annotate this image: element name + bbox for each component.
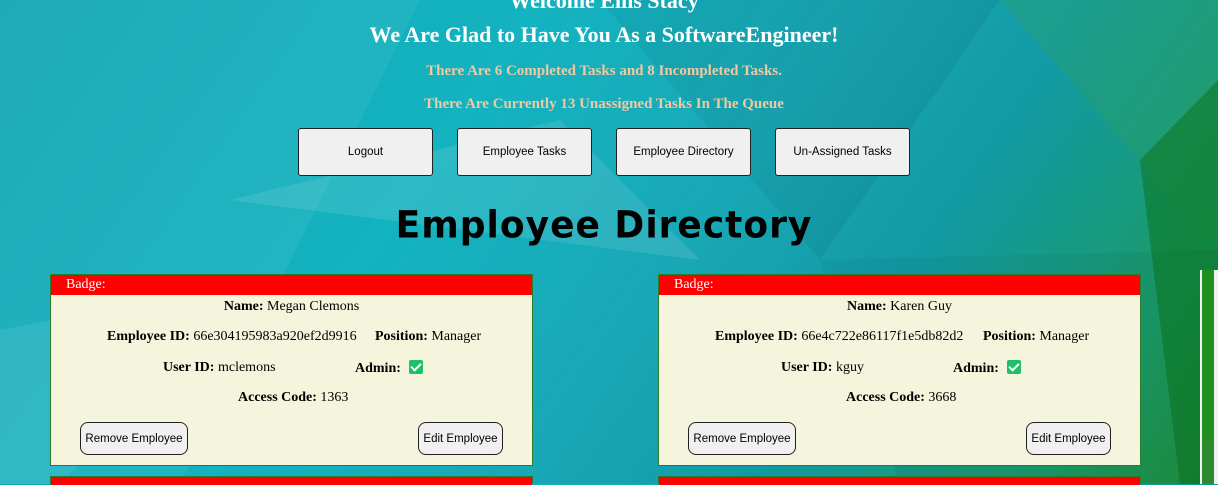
badge-header: Badge: bbox=[51, 275, 532, 295]
employee-card bbox=[658, 476, 1141, 485]
access-code-value: 3668 bbox=[928, 390, 957, 405]
employee-id-value: 66e304195983a920ef2d9916 bbox=[193, 329, 357, 344]
name-label: Name: bbox=[847, 299, 887, 314]
admin-checkbox-icon[interactable] bbox=[409, 360, 424, 374]
logout-button[interactable]: Logout bbox=[298, 128, 433, 176]
position-value: Manager bbox=[1039, 329, 1090, 344]
scrollbar-thumb[interactable] bbox=[1202, 440, 1214, 484]
access-code-label: Access Code: bbox=[238, 390, 317, 405]
admin-label: Admin: bbox=[355, 361, 401, 376]
access-code-value: 1363 bbox=[320, 390, 349, 405]
employee-tasks-button[interactable]: Employee Tasks bbox=[457, 128, 592, 176]
employee-card bbox=[50, 476, 533, 485]
employee-id-row: Employee ID: 66e4c722e86117f1e5db82d2 bbox=[715, 329, 963, 345]
employee-id-label: Employee ID: bbox=[715, 329, 798, 344]
task-stats: There Are 6 Completed Tasks and 8 Incomp… bbox=[426, 63, 782, 79]
queue-stats: There Are Currently 13 Unassigned Tasks … bbox=[424, 96, 784, 112]
user-id-label: User ID: bbox=[781, 360, 833, 375]
employee-id-value: 66e4c722e86117f1e5db82d2 bbox=[801, 329, 964, 344]
employee-name-row: Name: Karen Guy bbox=[659, 299, 1140, 315]
scrollbar-track[interactable] bbox=[1202, 270, 1214, 440]
user-id-value: kguy bbox=[835, 360, 864, 375]
employee-name: Megan Clemons bbox=[267, 299, 360, 314]
name-label: Name: bbox=[223, 299, 264, 314]
role-heading: We Are Glad to Have You As a SoftwareEng… bbox=[369, 22, 839, 47]
position-value: Manager bbox=[431, 329, 482, 344]
access-code-row: Access Code: 1363 bbox=[238, 390, 348, 406]
remove-employee-button[interactable]: Remove Employee bbox=[80, 422, 188, 455]
scrollbar[interactable] bbox=[1200, 270, 1218, 484]
user-id-row: User ID: mclemons bbox=[163, 360, 276, 376]
edit-employee-button[interactable]: Edit Employee bbox=[418, 422, 503, 455]
user-id-value: mclemons bbox=[217, 360, 276, 375]
employee-directory-button[interactable]: Employee Directory bbox=[616, 128, 751, 176]
position-row: Position: Manager bbox=[983, 329, 1089, 345]
access-code-label: Access Code: bbox=[846, 390, 925, 405]
page-title: Employee Directory bbox=[395, 203, 813, 248]
user-id-row: User ID: kguy bbox=[781, 360, 864, 376]
position-row: Position: Manager bbox=[375, 329, 481, 345]
admin-row: Admin: bbox=[355, 360, 424, 377]
welcome-heading: Welcome Ellis Stacy bbox=[509, 0, 699, 13]
employee-id-row: Employee ID: 66e304195983a920ef2d9916 bbox=[107, 329, 357, 345]
remove-employee-button[interactable]: Remove Employee bbox=[688, 422, 796, 455]
badge-header: Badge: bbox=[659, 275, 1140, 295]
position-label: Position: bbox=[375, 329, 428, 344]
admin-label: Admin: bbox=[953, 361, 999, 376]
unassigned-tasks-button[interactable]: Un-Assigned Tasks bbox=[775, 128, 910, 176]
user-id-label: User ID: bbox=[163, 360, 215, 375]
employee-card: Badge: Name: Megan Clemons Employee ID: … bbox=[50, 274, 533, 466]
employee-name-row: Name: Megan Clemons bbox=[51, 299, 532, 315]
access-code-row: Access Code: 3668 bbox=[846, 390, 956, 406]
edit-employee-button[interactable]: Edit Employee bbox=[1026, 422, 1111, 455]
employee-id-label: Employee ID: bbox=[107, 329, 190, 344]
admin-row: Admin: bbox=[953, 360, 1022, 377]
admin-checkbox-icon[interactable] bbox=[1007, 360, 1022, 374]
position-label: Position: bbox=[983, 329, 1036, 344]
employee-card: Badge: Name: Karen Guy Employee ID: 66e4… bbox=[658, 274, 1141, 466]
employee-name: Karen Guy bbox=[890, 299, 952, 314]
